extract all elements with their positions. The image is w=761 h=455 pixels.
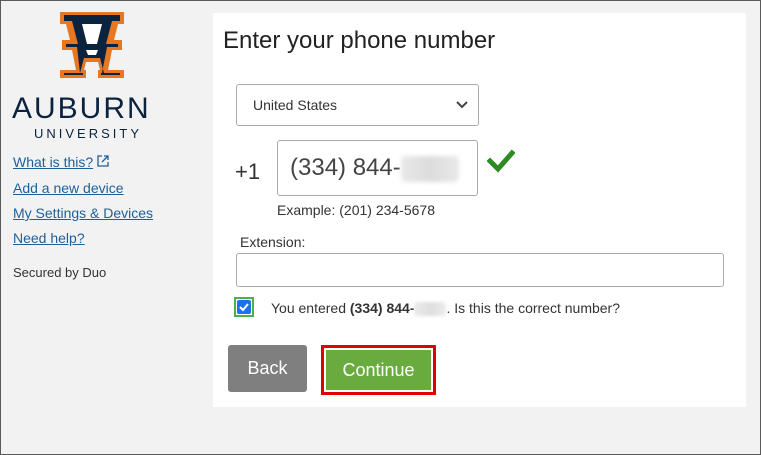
back-button[interactable]: Back xyxy=(228,345,307,392)
phone-input[interactable]: (334) 844- xyxy=(277,140,478,196)
confirm-suffix: . Is this the correct number? xyxy=(446,300,621,316)
redacted-blur xyxy=(414,302,447,317)
country-select[interactable]: United States xyxy=(236,84,479,126)
valid-checkmark-icon xyxy=(487,149,515,173)
extension-label: Extension: xyxy=(240,234,306,250)
confirm-checkbox[interactable] xyxy=(234,297,254,317)
my-settings-link[interactable]: My Settings & Devices xyxy=(13,201,153,226)
confirm-prefix: You entered xyxy=(271,300,350,316)
country-select-value: United States xyxy=(253,97,338,113)
main-panel: Enter your phone number United States +1… xyxy=(213,13,746,407)
chevron-down-icon xyxy=(456,85,468,140)
country-code: +1 xyxy=(235,159,261,184)
phone-input-value: (334) 844- xyxy=(290,154,401,181)
example-text: Example: (201) 234-5678 xyxy=(277,202,435,218)
redacted-blur xyxy=(400,155,459,182)
confirm-text: You entered (334) 844- . Is this the corr… xyxy=(271,300,621,317)
auburn-logo-icon xyxy=(60,12,124,78)
confirm-number: (334) 844- xyxy=(349,300,415,316)
need-help-link[interactable]: Need help? xyxy=(13,226,153,251)
secured-by-text: Secured by Duo xyxy=(13,265,107,280)
continue-highlight: Continue xyxy=(321,345,436,395)
what-is-this-label: What is this? xyxy=(13,154,94,170)
subwordmark: UNIVERSITY xyxy=(34,126,143,141)
what-is-this-link[interactable]: What is this? xyxy=(13,150,153,176)
continue-button[interactable]: Continue xyxy=(326,350,431,390)
add-device-link[interactable]: Add a new device xyxy=(13,176,153,201)
external-link-icon xyxy=(97,151,109,176)
wordmark: AUBURN xyxy=(12,92,151,125)
sidebar: AUBURN UNIVERSITY What is this? Add a ne… xyxy=(0,0,200,455)
extension-input[interactable] xyxy=(236,253,724,287)
checkmark-icon xyxy=(239,303,249,312)
sidebar-links: What is this? Add a new device My Settin… xyxy=(13,150,153,251)
page-title: Enter your phone number xyxy=(223,27,496,54)
